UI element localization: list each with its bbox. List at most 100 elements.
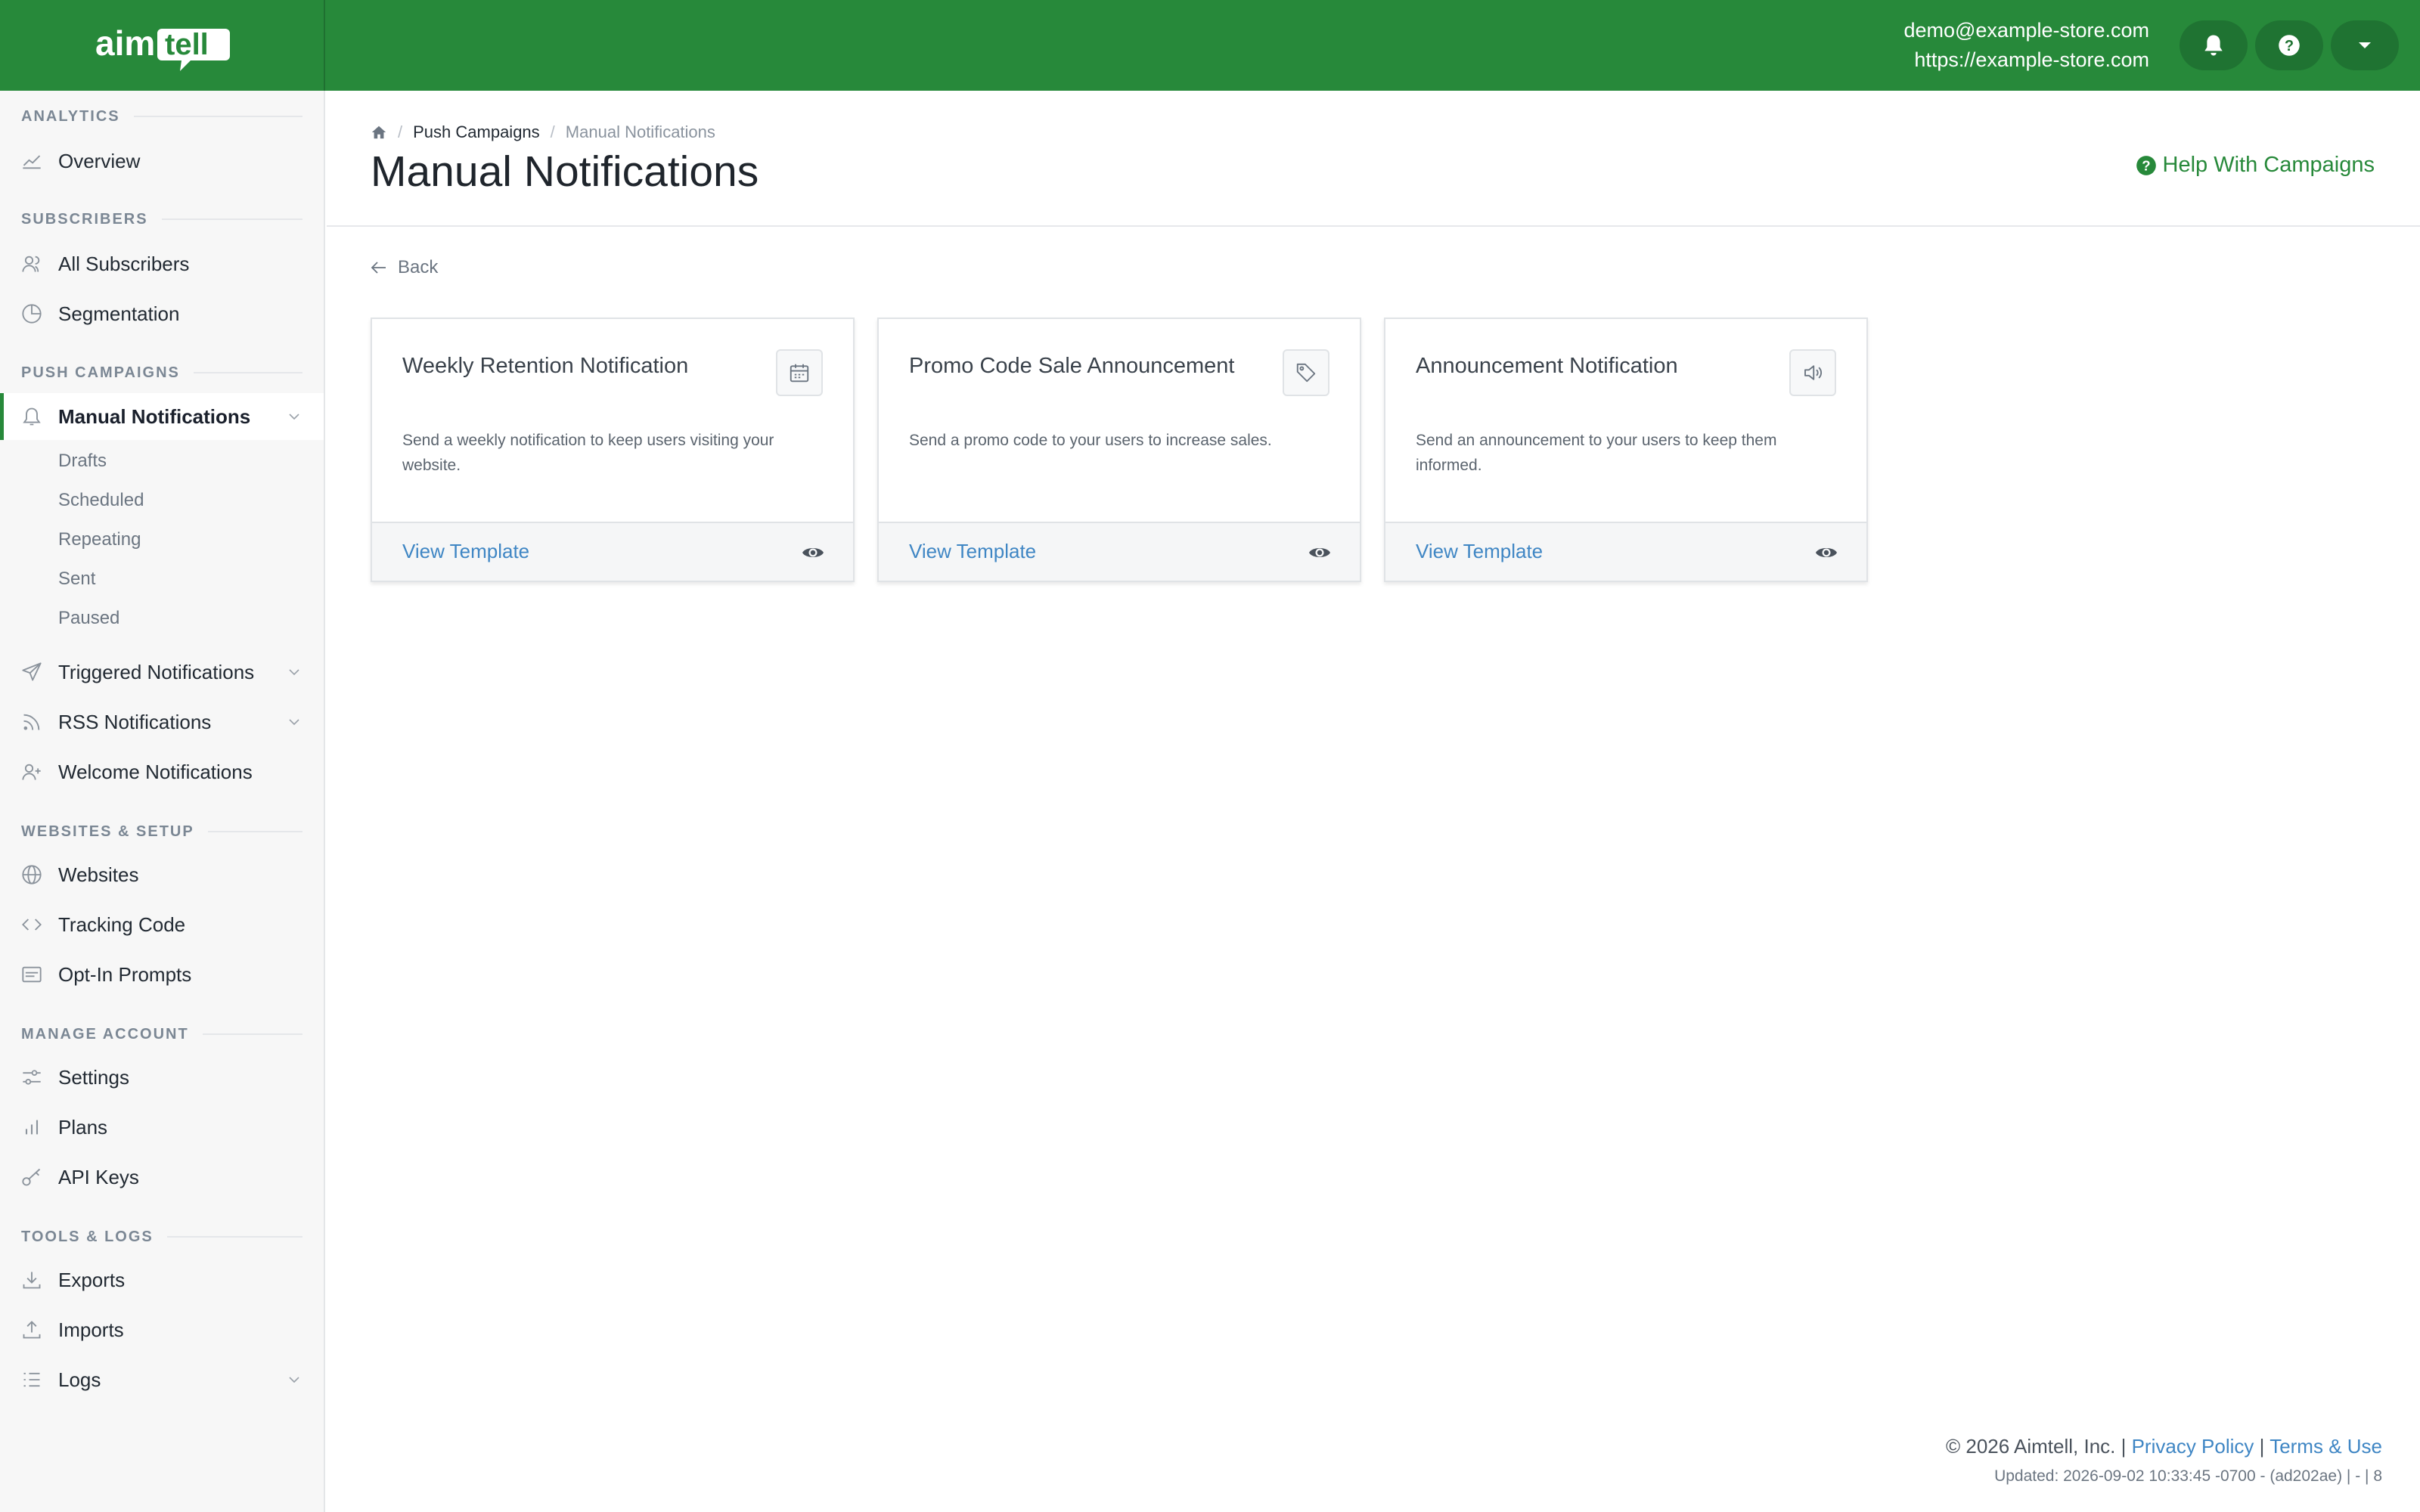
sidebar-item-label: Tracking Code xyxy=(58,912,186,936)
sidebar-subitem-drafts[interactable]: Drafts xyxy=(58,451,107,472)
card-icon-box xyxy=(1789,349,1836,396)
card-title: Promo Code Sale Announcement xyxy=(909,354,1235,378)
sidebar-item-overview[interactable]: Overview xyxy=(0,138,324,184)
card-description: Send an announcement to your users to ke… xyxy=(1416,432,1777,474)
sidebar-item-label: Logs xyxy=(58,1368,101,1391)
sidebar-item-websites[interactable]: Websites xyxy=(0,851,324,898)
user-plus-icon xyxy=(22,764,41,780)
bell-icon xyxy=(23,407,41,426)
sidebar-item-rss-notifications[interactable]: RSS Notifications xyxy=(0,699,324,745)
sidebar-subitem-repeating[interactable]: Repeating xyxy=(58,529,141,550)
users-icon xyxy=(22,256,40,272)
sidebar-item-label: Welcome Notifications xyxy=(58,760,253,783)
view-template-link[interactable]: View Template xyxy=(402,540,529,563)
sidebar-item-label: Exports xyxy=(58,1268,126,1291)
view-template-link[interactable]: View Template xyxy=(1416,540,1543,563)
notifications-button[interactable] xyxy=(2180,20,2248,70)
sidebar-item-api-keys[interactable]: API Keys xyxy=(0,1154,324,1201)
sidebar-item-settings[interactable]: Settings xyxy=(0,1054,324,1101)
chevron-down-icon xyxy=(289,719,299,726)
chevron-down-icon xyxy=(289,1377,299,1383)
section-title: TOOLS & LOGS xyxy=(21,1228,154,1245)
sidebar-item-label: RSS Notifications xyxy=(58,710,212,733)
bell-icon xyxy=(2204,35,2223,56)
account-menu-button[interactable] xyxy=(2331,20,2399,70)
home-icon[interactable] xyxy=(371,124,387,141)
chart-line-icon xyxy=(23,155,41,169)
sidebar-item-segmentation[interactable]: Segmentation xyxy=(0,290,324,337)
breadcrumb-push-campaigns[interactable]: Push Campaigns xyxy=(413,122,540,142)
svg-text:aim: aim xyxy=(95,23,155,63)
terms-link[interactable]: Terms & Use xyxy=(2270,1435,2382,1458)
sidebar-item-tracking-code[interactable]: Tracking Code xyxy=(0,901,324,948)
copyright-text: © 2026 Aimtell, Inc. | xyxy=(1946,1435,2127,1458)
sidebar-item-label: Triggered Notifications xyxy=(58,660,255,683)
section-title: PUSH CAMPAIGNS xyxy=(21,364,180,381)
question-circle-icon: ? xyxy=(2279,35,2300,56)
sidebar-item-exports[interactable]: Exports xyxy=(0,1256,324,1303)
section-manage-account: MANAGE ACCOUNT xyxy=(21,1023,302,1046)
section-tools-logs: TOOLS & LOGS xyxy=(21,1225,302,1248)
card-icon-box xyxy=(776,349,823,396)
privacy-policy-link[interactable]: Privacy Policy xyxy=(2132,1435,2254,1458)
eye-icon[interactable] xyxy=(802,544,824,562)
sidebar-item-label: Manual Notifications xyxy=(58,404,251,428)
aimtell-logo: aim tell xyxy=(95,23,230,71)
download-icon xyxy=(23,1272,41,1289)
sidebar-item-logs[interactable]: Logs xyxy=(0,1356,324,1403)
sidebar-item-imports[interactable]: Imports xyxy=(0,1306,324,1353)
card-title: Announcement Notification xyxy=(1416,354,1678,378)
svg-text:?: ? xyxy=(2285,38,2294,54)
eye-icon[interactable] xyxy=(1815,544,1838,562)
sidebar-subitem-scheduled[interactable]: Scheduled xyxy=(58,490,144,511)
sidebar-subitem-sent[interactable]: Sent xyxy=(58,569,95,590)
code-icon xyxy=(22,919,42,931)
sidebar-item-all-subscribers[interactable]: All Subscribers xyxy=(0,240,324,287)
card-title: Weekly Retention Notification xyxy=(402,354,689,378)
sidebar-item-plans[interactable]: Plans xyxy=(0,1104,324,1151)
calendar-icon xyxy=(790,364,809,383)
section-subscribers: SUBSCRIBERS xyxy=(21,208,302,231)
sidebar-item-manual-notifications[interactable]: Manual Notifications xyxy=(0,393,324,440)
chevron-down-icon xyxy=(289,414,299,420)
sidebar-item-triggered-notifications[interactable]: Triggered Notifications xyxy=(0,649,324,696)
account-site: https://example-store.com xyxy=(1914,48,2149,71)
sidebar-item-welcome-notifications[interactable]: Welcome Notifications xyxy=(0,748,324,795)
arrow-left-icon xyxy=(371,262,386,274)
caret-down-icon xyxy=(2359,42,2371,48)
help-button[interactable]: ? xyxy=(2255,20,2323,70)
back-label: Back xyxy=(398,257,439,277)
card-footer: View Template xyxy=(372,522,853,581)
back-link[interactable]: Back xyxy=(371,257,438,278)
section-analytics: ANALYTICS xyxy=(21,105,302,128)
card-description: Send a weekly notification to keep users… xyxy=(402,432,774,474)
list-icon xyxy=(23,1372,40,1387)
sidebar-subitem-paused[interactable]: Paused xyxy=(58,608,119,629)
pie-chart-icon xyxy=(22,304,42,324)
key-icon xyxy=(22,1168,41,1186)
build-info: Updated: 2026-09-02 10:33:45 -0700 - (ad… xyxy=(1994,1467,2382,1485)
template-card-weekly-retention: Weekly Retention Notification Send a wee… xyxy=(371,318,855,582)
help-label: Help With Campaigns xyxy=(2162,153,2375,177)
page-title: Manual Notifications xyxy=(371,147,759,196)
sidebar-item-label: Segmentation xyxy=(58,302,180,325)
footer-divider: | xyxy=(2259,1435,2265,1458)
card-footer: View Template xyxy=(879,522,1360,581)
upload-icon xyxy=(23,1321,41,1339)
section-title: SUBSCRIBERS xyxy=(21,210,148,228)
eye-icon[interactable] xyxy=(1308,544,1331,562)
sidebar-item-label: Plans xyxy=(58,1115,108,1139)
section-title: ANALYTICS xyxy=(21,107,120,125)
help-with-campaigns-link[interactable]: ? Help With Campaigns xyxy=(2136,153,2375,178)
sidebar-item-label: Imports xyxy=(58,1318,124,1341)
account-email: demo@example-store.com xyxy=(1903,19,2149,42)
megaphone-icon xyxy=(1804,365,1822,380)
sidebar-item-opt-in-prompts[interactable]: Opt-In Prompts xyxy=(0,951,324,998)
breadcrumb-current: Manual Notifications xyxy=(565,122,715,141)
svg-text:tell: tell xyxy=(165,28,209,61)
tag-icon xyxy=(1296,363,1316,383)
view-template-link[interactable]: View Template xyxy=(909,540,1036,563)
section-websites-setup: WEBSITES & SETUP xyxy=(21,820,302,843)
sidebar-item-label: Websites xyxy=(58,863,139,886)
brand-logo[interactable]: aim tell xyxy=(0,0,325,91)
